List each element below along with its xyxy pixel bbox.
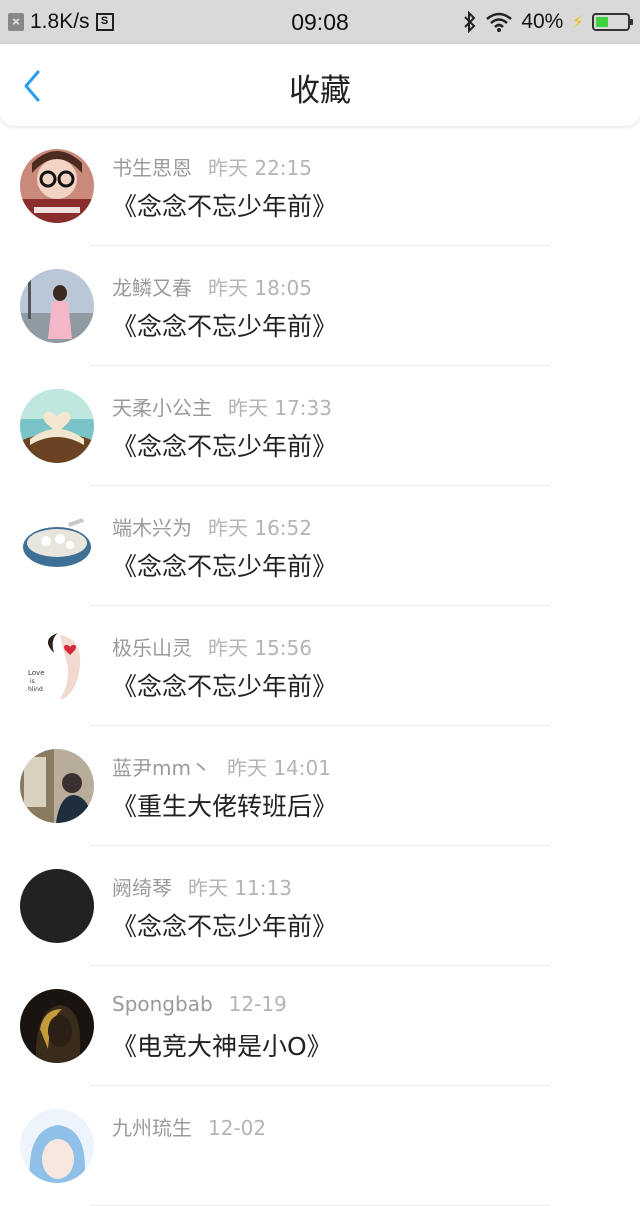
avatar[interactable] xyxy=(20,269,94,343)
timestamp: 昨天 11:13 xyxy=(188,876,292,900)
avatar[interactable] xyxy=(20,1109,94,1183)
timestamp: 昨天 14:01 xyxy=(226,756,331,780)
charging-bolt-icon: ⚡ xyxy=(571,11,584,32)
item-meta: 龙鳞又春 昨天 18:05 xyxy=(112,272,312,301)
avatar[interactable] xyxy=(20,509,94,583)
timestamp: 昨天 16:52 xyxy=(208,516,312,540)
favorites-list: 书生思恩 昨天 22:15 《念念不忘少年前》 龙鳞又春 昨天 18:05 《念念不忘少年… xyxy=(0,126,640,1206)
avatar[interactable] xyxy=(20,749,94,823)
book-title: 《电竞大神是小O》 xyxy=(112,1032,332,1061)
item-meta: 天柔小公主 昨天 17:33 xyxy=(112,392,332,421)
avatar[interactable]: Love is blind xyxy=(20,629,94,703)
user-name: 龙鳞又春 xyxy=(112,276,192,300)
item-meta: 书生思恩 昨天 22:15 xyxy=(112,152,312,181)
status-right: 40% ⚡ xyxy=(463,0,633,44)
battery-fill xyxy=(596,17,608,27)
item-meta: 端木兴为 昨天 16:52 xyxy=(112,512,312,541)
user-name: 天柔小公主 xyxy=(112,396,212,420)
timestamp: 昨天 22:15 xyxy=(208,156,312,180)
book-title: 《念念不忘少年前》 xyxy=(112,192,338,221)
list-item[interactable]: 龙鳞又春 昨天 18:05 《念念不忘少年前》 xyxy=(0,246,640,366)
wifi-icon xyxy=(486,12,513,32)
item-meta: 蓝尹mm丶 昨天 14:01 xyxy=(112,752,331,781)
timestamp: 12-02 xyxy=(208,1116,267,1140)
timestamp: 12-19 xyxy=(228,992,287,1016)
list-item[interactable]: Love is blind 极乐山灵 昨天 15:56 《念念不忘少年前》 xyxy=(0,606,640,726)
item-meta: 九州琉生 12-02 xyxy=(112,1112,266,1141)
list-item[interactable]: 书生思恩 昨天 22:15 《念念不忘少年前》 xyxy=(0,126,640,246)
list-item[interactable]: 蓝尹mm丶 昨天 14:01 《重生大佬转班后》 xyxy=(0,726,640,846)
book-title: 《念念不忘少年前》 xyxy=(112,312,338,341)
timestamp: 昨天 15:56 xyxy=(208,636,312,660)
user-name: 蓝尹mm丶 xyxy=(112,756,211,780)
item-meta: 极乐山灵 昨天 15:56 xyxy=(112,632,312,661)
list-item[interactable]: 天柔小公主 昨天 17:33 《念念不忘少年前》 xyxy=(0,366,640,486)
avatar[interactable] xyxy=(20,149,94,223)
nav-bar: 收藏 xyxy=(0,44,640,126)
item-meta: Spongbab 12-19 xyxy=(112,992,287,1016)
timestamp: 昨天 18:05 xyxy=(208,276,312,300)
battery-icon xyxy=(592,13,633,31)
svg-text:blind: blind xyxy=(28,686,43,693)
list-item[interactable]: 九州琉生 12-02 xyxy=(0,1086,640,1206)
list-item[interactable]: 阙绮琴 昨天 11:13 《念念不忘少年前》 xyxy=(0,846,640,966)
user-name: 极乐山灵 xyxy=(112,636,192,660)
battery-percent: 40% xyxy=(521,10,564,33)
avatar[interactable] xyxy=(20,389,94,463)
book-title: 《重生大佬转班后》 xyxy=(112,792,338,821)
user-name: 书生思恩 xyxy=(112,156,192,180)
book-title: 《念念不忘少年前》 xyxy=(112,552,338,581)
timestamp: 昨天 17:33 xyxy=(228,396,332,420)
book-title: 《念念不忘少年前》 xyxy=(112,912,338,941)
avatar[interactable] xyxy=(20,989,94,1063)
status-bar: × 1.8K/s S 09:08 40% ⚡ xyxy=(0,0,640,44)
user-name: 九州琉生 xyxy=(112,1116,192,1140)
svg-text:Love: Love xyxy=(28,669,45,677)
user-name: 端木兴为 xyxy=(112,516,192,540)
list-item[interactable]: Spongbab 12-19 《电竞大神是小O》 xyxy=(0,966,640,1086)
user-name: Spongbab xyxy=(112,992,213,1016)
bluetooth-icon xyxy=(464,11,476,33)
avatar[interactable] xyxy=(20,869,94,943)
item-meta: 阙绮琴 昨天 11:13 xyxy=(112,872,292,901)
page-title: 收藏 xyxy=(289,73,351,109)
user-name: 阙绮琴 xyxy=(112,876,172,900)
list-item[interactable]: 端木兴为 昨天 16:52 《念念不忘少年前》 xyxy=(0,486,640,606)
svg-text:is: is xyxy=(30,678,35,685)
book-title: 《念念不忘少年前》 xyxy=(112,432,338,461)
book-title: 《念念不忘少年前》 xyxy=(112,672,338,701)
